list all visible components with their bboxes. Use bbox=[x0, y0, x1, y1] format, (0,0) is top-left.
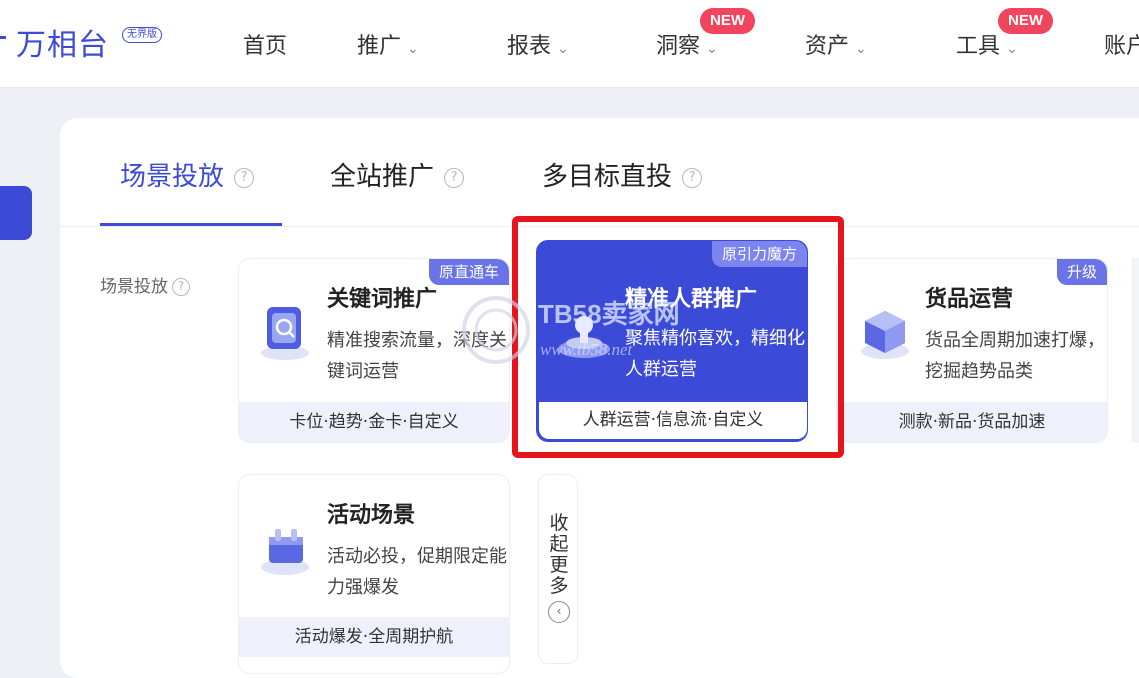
card-footer: 测款·新品·货品加速 bbox=[837, 402, 1107, 442]
new-badge: NEW bbox=[700, 8, 755, 34]
tab-label: 多目标直投 bbox=[542, 162, 673, 192]
card-title: 货品运营 bbox=[925, 287, 1014, 312]
section-label-text: 场景投放 bbox=[100, 277, 168, 297]
card-footer: 卡位·趋势·金卡·自定义 bbox=[239, 402, 509, 442]
chevron-left-icon: ‹ bbox=[548, 601, 570, 623]
card-goods-operation[interactable]: 升级 货品运营 货品全周期加速打爆，挖掘趋势品类 测款·新品·货品加速 bbox=[836, 258, 1108, 443]
logo-dot bbox=[0, 36, 6, 39]
edition-badge: 无界版 bbox=[122, 27, 162, 43]
nav-item-home[interactable]: 首页 bbox=[243, 28, 287, 60]
card-title: 关键词推广 bbox=[327, 287, 438, 312]
nav-item-reports[interactable]: 报表 ⌄ bbox=[507, 28, 569, 60]
event-icon bbox=[257, 515, 315, 579]
card-description: 货品全周期加速打爆，挖掘趋势品类 bbox=[925, 330, 1105, 382]
tab-scene-placement[interactable]: 场景投放? bbox=[120, 156, 255, 193]
card-description: 活动必投，促期限定能力强爆发 bbox=[327, 546, 507, 598]
keyword-icon bbox=[257, 299, 315, 363]
app-logo[interactable]: 万相台 bbox=[16, 20, 109, 64]
collapse-label: 收起更多 bbox=[549, 512, 569, 597]
card-event-scene[interactable]: 活动场景 活动必投，促期限定能力强爆发 活动爆发·全周期护航 bbox=[238, 474, 510, 674]
active-tab-underline bbox=[100, 223, 282, 226]
help-icon[interactable]: ? bbox=[234, 168, 255, 188]
watermark-text: TB58卖家网 bbox=[538, 299, 680, 329]
section-label: 场景投放? bbox=[100, 272, 190, 297]
nav-item-account[interactable]: 账户 bbox=[1104, 28, 1139, 60]
next-card-edge bbox=[1132, 258, 1139, 443]
tab-label: 全站推广 bbox=[330, 162, 435, 192]
card-footer: 活动爆发·全周期护航 bbox=[239, 617, 509, 657]
chevron-down-icon: ⌄ bbox=[557, 41, 569, 57]
top-navigation-bar: 万相台 无界版 首页 推广 ⌄ 报表 ⌄ 洞察 ⌄ NEW 资产 ⌄ 工具 ⌄ NEW 账… bbox=[0, 0, 1139, 88]
help-icon[interactable]: ? bbox=[682, 168, 703, 188]
card-tag: 升级 bbox=[1056, 259, 1107, 285]
chevron-down-icon: ⌄ bbox=[1006, 41, 1018, 57]
collapse-more-button[interactable]: 收起更多 ‹ bbox=[538, 474, 578, 664]
chevron-down-icon: ⌄ bbox=[407, 41, 419, 57]
chevron-down-icon: ⌄ bbox=[706, 41, 718, 57]
tab-multi-target[interactable]: 多目标直投? bbox=[542, 156, 703, 193]
nav-label: 账户 bbox=[1104, 34, 1139, 59]
nav-label: 报表 bbox=[507, 34, 552, 59]
nav-item-assets[interactable]: 资产 ⌄ bbox=[805, 28, 867, 60]
nav-label: 首页 bbox=[243, 34, 288, 59]
card-tag: 原直通车 bbox=[428, 259, 509, 285]
card-title: 活动场景 bbox=[327, 503, 416, 528]
nav-label: 洞察 bbox=[656, 34, 701, 59]
nav-label: 工具 bbox=[956, 34, 1001, 59]
nav-label: 资产 bbox=[805, 34, 850, 59]
help-icon[interactable]: ? bbox=[172, 278, 190, 296]
chevron-down-icon: ⌄ bbox=[855, 41, 867, 57]
nav-item-promotion[interactable]: 推广 ⌄ bbox=[357, 28, 419, 60]
help-icon[interactable]: ? bbox=[444, 168, 465, 188]
goods-icon bbox=[855, 299, 913, 363]
tab-label: 场景投放 bbox=[120, 162, 225, 192]
nav-label: 推广 bbox=[357, 34, 402, 59]
new-badge: NEW bbox=[998, 8, 1053, 34]
sidebar-active-indicator[interactable] bbox=[0, 186, 32, 240]
watermark-url: www.tb58.net bbox=[540, 340, 633, 359]
tab-site-wide-promotion[interactable]: 全站推广? bbox=[330, 156, 465, 193]
